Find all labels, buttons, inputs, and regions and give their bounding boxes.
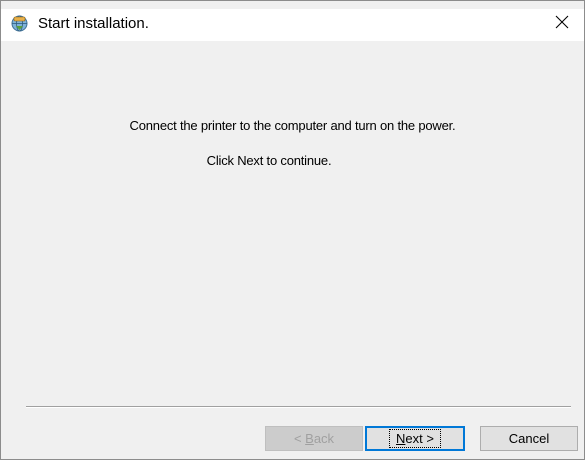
window-title: Start installation.: [38, 15, 149, 32]
next-focus-rect: Next >: [389, 429, 441, 448]
cancel-button[interactable]: Cancel: [480, 426, 578, 451]
back-button-prefix: <: [293, 431, 306, 446]
instruction-text: Connect the printer to the computer and …: [129, 118, 456, 133]
next-button-mnemonic: N: [396, 431, 406, 446]
installer-globe-icon: [11, 15, 28, 32]
close-button[interactable]: [541, 8, 583, 40]
continue-hint-text: Click Next to continue.: [206, 153, 332, 168]
back-button-label: ack: [313, 431, 335, 446]
next-button-label: ext >: [405, 431, 434, 446]
back-button[interactable]: < Back: [265, 426, 363, 451]
next-button[interactable]: Next >: [365, 426, 465, 451]
installer-dialog: [0, 0, 585, 460]
back-button-mnemonic: B: [305, 431, 314, 446]
close-icon: [555, 15, 569, 34]
button-separator: [26, 406, 571, 408]
